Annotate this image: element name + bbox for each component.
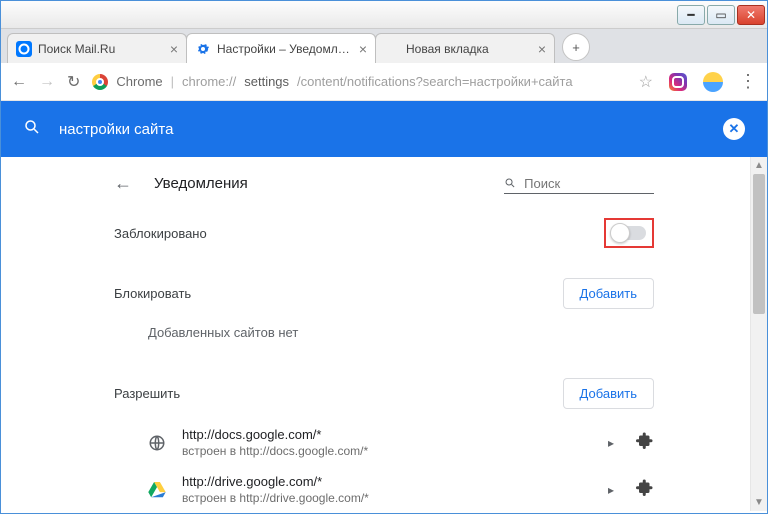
site-subtext: встроен в http://drive.google.com/*: [182, 491, 608, 505]
reload-icon[interactable]: ↻: [67, 72, 80, 92]
tab-strip: Поиск Mail.Ru × Настройки – Уведомления …: [1, 29, 767, 63]
tab-label: Поиск Mail.Ru: [38, 42, 164, 56]
tab-settings[interactable]: Настройки – Уведомления ×: [186, 33, 376, 63]
tab-close-icon[interactable]: ×: [359, 41, 367, 57]
tab-close-icon[interactable]: ×: [538, 41, 546, 57]
drive-icon: [146, 482, 168, 498]
extension-puzzle-icon[interactable]: [636, 431, 654, 454]
scroll-down-icon[interactable]: ▼: [751, 494, 767, 511]
allow-site-list: http://docs.google.com/* встроен в http:/…: [114, 419, 654, 514]
allow-section-label: Разрешить: [114, 386, 180, 401]
omnibox-separator: |: [171, 74, 174, 89]
notifications-toggle[interactable]: [612, 226, 646, 240]
settings-search-input[interactable]: [59, 121, 705, 138]
omnibox-url-prefix: chrome://: [182, 74, 236, 89]
highlight-box: [604, 218, 654, 248]
omnibox-url-host: settings: [244, 74, 289, 89]
bookmark-star-icon[interactable]: ☆: [639, 72, 653, 92]
settings-panel: ← Уведомления Заблокировано Блокировать …: [114, 157, 654, 513]
tab-label: Настройки – Уведомления: [217, 42, 353, 56]
site-subtext: встроен в http://docs.google.com/*: [182, 444, 608, 458]
page-title: Уведомления: [154, 175, 482, 192]
maximize-button[interactable]: ▭: [707, 5, 735, 25]
minimize-button[interactable]: ━: [677, 5, 705, 25]
clear-search-icon[interactable]: ✕: [723, 118, 745, 140]
menu-icon[interactable]: ⋮: [739, 71, 757, 92]
tab-mailru[interactable]: Поиск Mail.Ru ×: [7, 33, 187, 63]
globe-icon: [146, 434, 168, 452]
panel-back-icon[interactable]: ←: [114, 173, 132, 194]
chevron-right-icon[interactable]: ▸: [608, 436, 614, 450]
block-add-button[interactable]: Добавить: [563, 278, 654, 309]
content-area: ← Уведомления Заблокировано Блокировать …: [1, 157, 767, 513]
site-url: http://docs.google.com/*: [182, 427, 608, 442]
back-icon[interactable]: ←: [11, 73, 27, 91]
site-row[interactable]: http://docs.google.com/* встроен в http:/…: [114, 419, 654, 466]
panel-search[interactable]: [504, 174, 654, 194]
notifications-toggle-label: Заблокировано: [114, 226, 207, 241]
allow-add-button[interactable]: Добавить: [563, 378, 654, 409]
chrome-icon: [92, 74, 108, 90]
extension-puzzle-icon[interactable]: [636, 478, 654, 501]
search-icon: [504, 176, 516, 190]
instagram-extension-icon[interactable]: [669, 73, 687, 91]
new-tab-button[interactable]: +: [562, 33, 590, 61]
window-titlebar: ━ ▭ ✕: [1, 1, 767, 29]
panel-search-input[interactable]: [524, 176, 654, 191]
omnibox-scheme-label: Chrome: [116, 74, 162, 89]
profile-avatar-icon[interactable]: [703, 72, 723, 92]
scroll-thumb[interactable]: [753, 174, 765, 314]
tab-label: Новая вкладка: [406, 42, 532, 56]
tab-newtab[interactable]: Новая вкладка ×: [375, 33, 555, 63]
scroll-up-icon[interactable]: ▲: [751, 157, 767, 174]
chrome-window: ━ ▭ ✕ Поиск Mail.Ru × Настройки – Уведом…: [0, 0, 768, 514]
settings-search-bar: ✕: [1, 101, 767, 157]
close-button[interactable]: ✕: [737, 5, 765, 25]
omnibox-url-path: /content/notifications?search=настройки+…: [297, 74, 573, 89]
vertical-scrollbar[interactable]: ▲ ▼: [750, 157, 767, 511]
site-row[interactable]: http://drive.google.com/* встроен в http:…: [114, 466, 654, 513]
chevron-right-icon[interactable]: ▸: [608, 483, 614, 497]
address-toolbar: ← → ↻ Chrome | chrome:// settings/content…: [1, 63, 767, 101]
mailru-icon: [16, 41, 32, 57]
blank-icon: [384, 41, 400, 57]
tab-close-icon[interactable]: ×: [170, 41, 178, 57]
omnibox[interactable]: Chrome | chrome:// settings/content/notif…: [92, 74, 626, 90]
block-empty-text: Добавленных сайтов нет: [114, 319, 654, 364]
site-url: http://drive.google.com/*: [182, 474, 608, 489]
forward-icon[interactable]: →: [39, 73, 55, 91]
block-section-label: Блокировать: [114, 286, 191, 301]
gear-icon: [195, 41, 211, 57]
search-icon: [23, 118, 41, 141]
